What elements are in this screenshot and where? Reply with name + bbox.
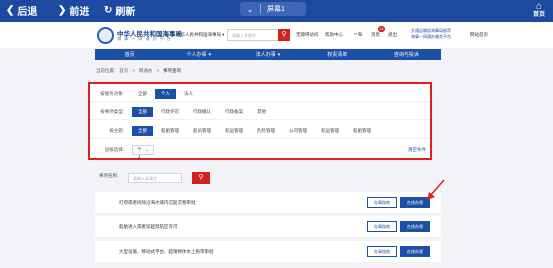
filter-option[interactable]: 行政许可 [155, 107, 185, 117]
chevron-down-icon: ▾ [208, 51, 212, 58]
header-notice[interactable]: 交通运输部海事局推荐 海事一网通办服务平台 [411, 28, 451, 40]
filter-option[interactable]: 行政确认 [187, 107, 217, 117]
site-home-link[interactable]: 网站首页 [470, 32, 488, 38]
filter-option-selected[interactable]: 个人 [155, 88, 176, 99]
filter-panel: 按服务对象: 全部 个人 法人 按事项类型: 全部 行政许可 行政确认 行政备案… [88, 82, 432, 160]
filter-row-theme: 按主题: 全部 船舶管理 船员管理 航运管理 危险管理 公司管理 航运管理 船舶… [90, 123, 430, 139]
filter-option[interactable]: 行政备案 [219, 107, 249, 117]
search-button[interactable]: ⚲ [278, 29, 290, 41]
refresh-button[interactable]: ↻ 刷新 [104, 3, 135, 18]
filter-option[interactable]: 船员管理 [187, 126, 217, 136]
logout-link[interactable]: 退出 [388, 32, 397, 38]
results-section: 事项名称: 请输入关键字 ⚲ 打捞或者拆除沿海水域内沉船沉物审批 办事指南 在线… [95, 168, 441, 268]
menu-corporate[interactable]: 法人办事 ▾ [233, 49, 302, 60]
guide-button[interactable]: 办事指南 [367, 246, 397, 257]
forward-button[interactable]: ❯ 前进 [58, 3, 89, 18]
results-search-button[interactable]: ⚲ [192, 172, 210, 184]
filter-row-service-object: 按服务对象: 全部 个人 法人 [90, 86, 430, 102]
clear-filters-link[interactable]: 清空条件 [408, 147, 426, 153]
header-search-input[interactable]: 请输入关键字 [227, 29, 279, 41]
filter-option[interactable]: 全部 [132, 89, 153, 99]
chevron-down-icon: ⌄ [145, 147, 149, 152]
chevron-down-icon: ▾ [222, 32, 225, 37]
search-icon: ⚲ [281, 31, 287, 38]
app-toolbar: ❮ 后退 ❯ 前进 ↻ 刷新 ⌄ 屏幕1 ⌂ 首页 [0, 0, 553, 22]
site-header: 中华人民共和国海事局 海 事 一 网 通 办 平 台 ● 中华人民共和国海事局 … [0, 22, 553, 48]
item-title[interactable]: 大型设施、移动式平台、超限物体水上拖带审批 [119, 249, 214, 255]
menu-consult-complaint[interactable]: 咨询与投诉 [372, 49, 441, 60]
location-selector[interactable]: ● 中华人民共和国海事局 ▾ [172, 32, 225, 38]
site-logo [97, 27, 114, 44]
messages-link[interactable]: 消息 [371, 32, 380, 38]
breadcrumb-portal[interactable]: 网通办 [139, 68, 153, 74]
chevron-down-icon[interactable]: ⌄ [240, 5, 260, 14]
back-button[interactable]: ❮ 后退 [6, 3, 37, 18]
guide-button[interactable]: 办事指南 [367, 197, 397, 208]
arrow-head [427, 192, 435, 200]
tab-title: 屏幕1 [267, 6, 285, 13]
annotation-arrow-icon [427, 179, 445, 200]
search-icon: ⚲ [198, 174, 204, 181]
chevron-left-icon: ❮ [6, 5, 15, 16]
menu-personal[interactable]: 个人办事 ▾ [164, 49, 233, 60]
breadcrumb: 当前位置: 首页 > 网通办 > 事项查询 [96, 68, 182, 74]
arrow-shaft [429, 179, 445, 197]
filter-option[interactable]: 其他 [251, 107, 272, 117]
filter-option[interactable]: 船舶管理 [155, 126, 185, 136]
filter-option[interactable]: 法人 [178, 89, 199, 99]
chevron-right-icon: ❯ [58, 5, 67, 16]
site-subtitle: 海 事 一 网 通 办 平 台 [117, 36, 172, 41]
location-pin-icon: ● [172, 32, 175, 37]
filter-row-item-type: 按事项类型: 全部 行政许可 行政确认 行政备案 其他 [90, 104, 430, 120]
main-menu: 首页 个人办事 ▾ 法人办事 ▾ 权责清单 咨询与投诉 [95, 49, 441, 60]
filter-option-selected[interactable]: 全部 [132, 106, 153, 117]
chevron-down-icon: ▾ [277, 51, 281, 58]
breadcrumb-current: 事项查询 [163, 68, 182, 73]
message-count-badge: 18 [378, 26, 385, 32]
level-select[interactable]: 个人 ⌄ [132, 145, 154, 160]
tab-switcher[interactable]: ⌄ 屏幕1 [240, 2, 306, 16]
list-item: 打捞或者拆除沿海水域内沉船沉物审批 办事指南 在线办理 [95, 192, 441, 214]
list-item: 大型设施、移动式平台、超限物体水上拖带审批 办事指南 在线办理 [95, 241, 441, 263]
list-item: 船舶进入或者穿越禁航区许可 办事指南 在线办理 [95, 216, 441, 238]
breadcrumb-home[interactable]: 首页 [119, 68, 128, 74]
refresh-icon: ↻ [104, 5, 113, 16]
home-button[interactable]: ⌂ 首页 [533, 2, 545, 20]
filter-option[interactable]: 公司管理 [283, 126, 313, 136]
apply-online-button[interactable]: 在线办理 [400, 221, 430, 232]
accessibility-link[interactable]: 无障碍访问 [296, 32, 319, 38]
filter-option[interactable]: 船舶管理 [347, 126, 377, 136]
menu-home[interactable]: 首页 [95, 49, 164, 60]
help-link[interactable]: 帮助中心 [325, 32, 343, 38]
filter-option[interactable]: 危险管理 [251, 126, 281, 136]
filter-row-level: 层级选择: 个人 ⌄ 清空条件 [104, 145, 426, 160]
filter-option-selected[interactable]: 全部 [132, 125, 153, 136]
results-search-label: 事项名称: [99, 173, 119, 178]
filter-option[interactable]: 航运管理 [219, 126, 249, 136]
filter-option[interactable]: 航运管理 [315, 126, 345, 136]
item-title[interactable]: 船舶进入或者穿越禁航区许可 [119, 224, 178, 230]
results-search-input[interactable]: 请输入关键字 [128, 173, 182, 183]
home-icon: ⌂ [535, 1, 543, 12]
menu-authority-list[interactable]: 权责清单 [303, 49, 372, 60]
apply-online-button[interactable]: 在线办理 [400, 246, 430, 257]
guide-button[interactable]: 办事指南 [367, 221, 397, 232]
user-name[interactable]: **海 [354, 32, 362, 38]
item-title[interactable]: 打捞或者拆除沿海水域内沉船沉物审批 [119, 200, 196, 206]
